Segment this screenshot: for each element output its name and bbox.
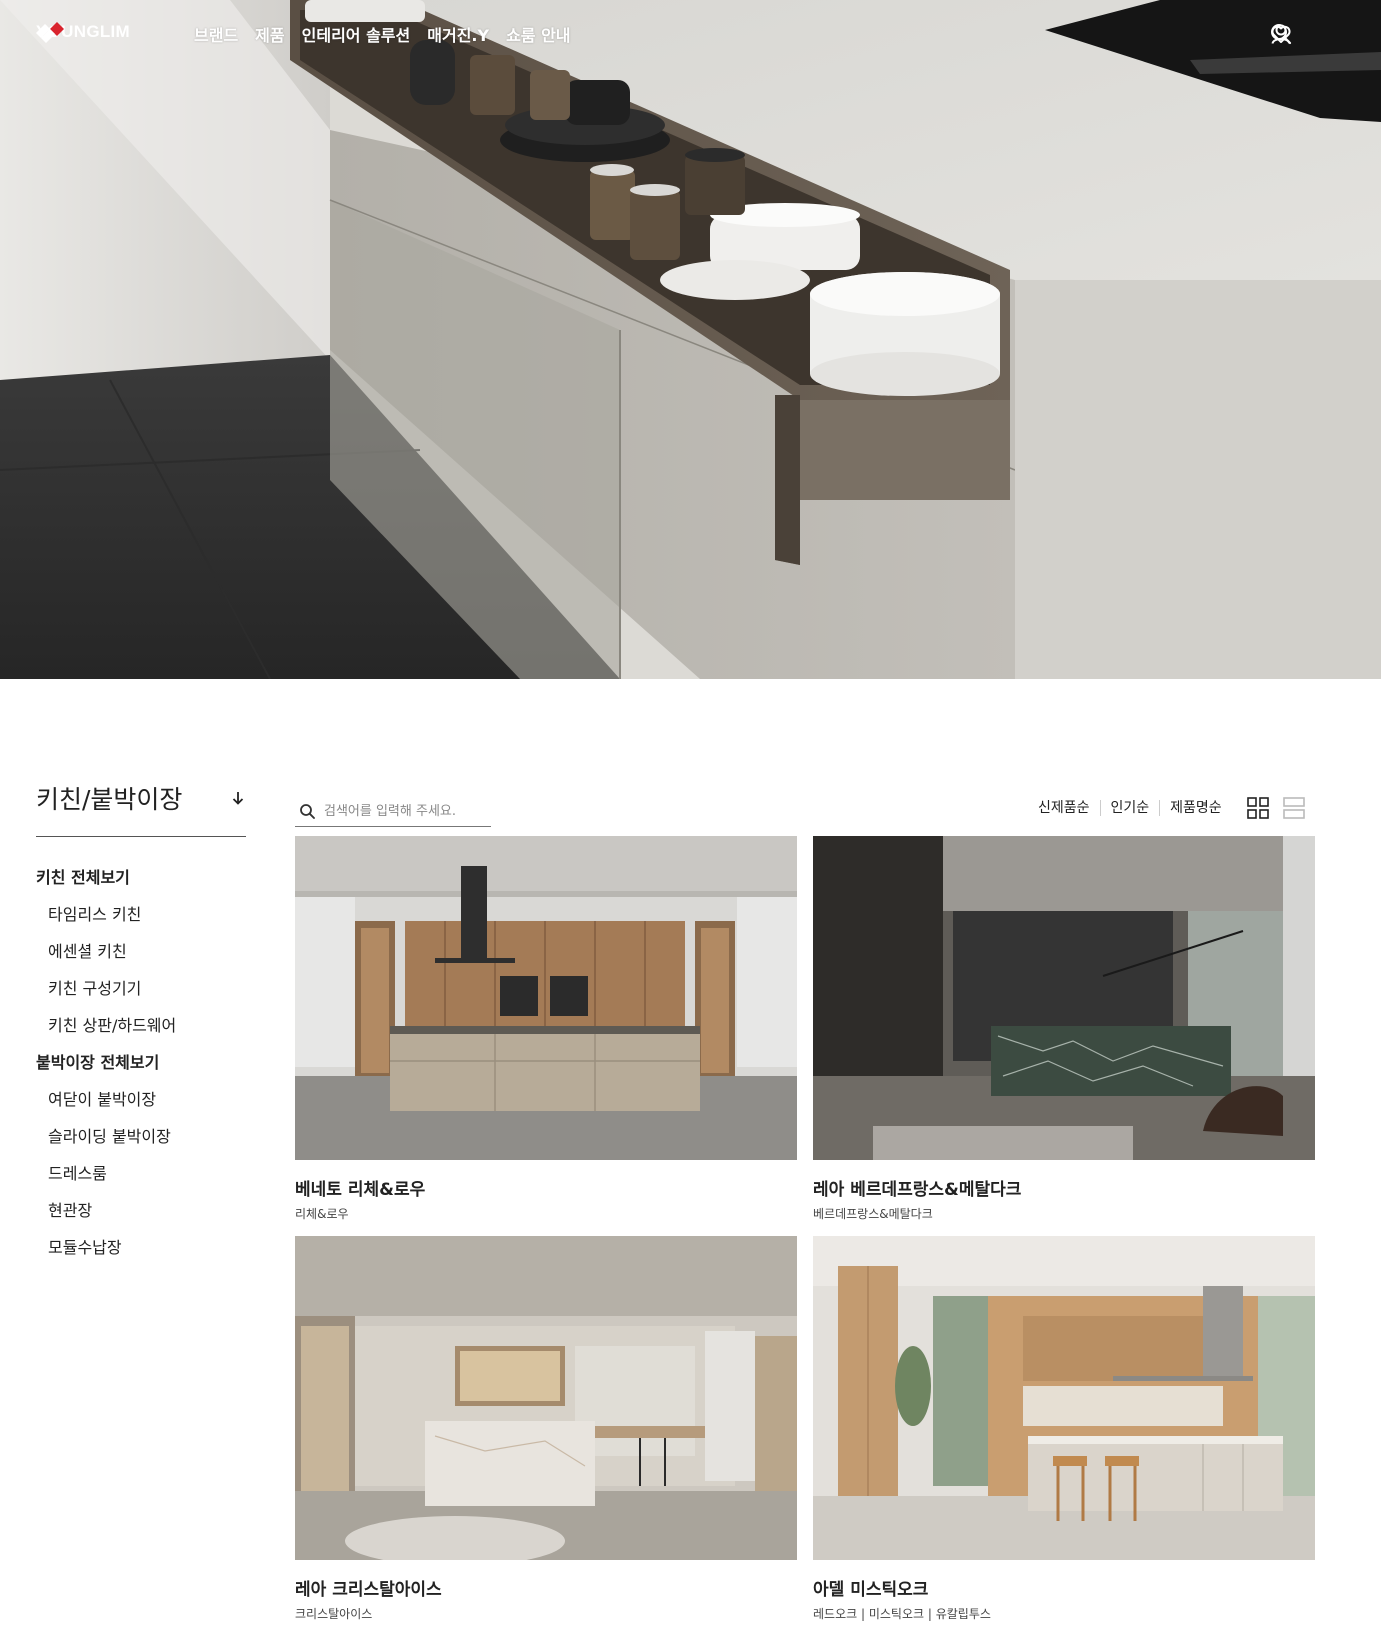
grid-view-icon[interactable] [1246, 796, 1270, 820]
sidebar-item-timeless-kitchen[interactable]: 타임리스 키친 [36, 896, 246, 933]
product-image [295, 1236, 797, 1560]
younglim-logo-icon [36, 22, 64, 43]
product-name: 레아 크리스탈아이스 [295, 1580, 442, 1600]
sidebar-item-dressroom[interactable]: 드레스룸 [36, 1155, 246, 1192]
product-search [295, 797, 491, 827]
sidebar-item-wardrobe-all[interactable]: 붙박이장 전체보기 [36, 1044, 246, 1081]
menu-item-interior-solution[interactable]: 인테리어 솔루션 [302, 22, 411, 46]
brand-logo[interactable]: YOUNGLIM [36, 22, 130, 43]
menu-item-products[interactable]: 제품 [255, 22, 284, 46]
category-title: 키친/붙박이장 [36, 785, 183, 814]
list-view-icon[interactable] [1282, 796, 1306, 820]
menu-item-magazine[interactable]: 매거진.Y [427, 22, 489, 46]
menu-item-brand[interactable]: 브랜드 [194, 22, 238, 46]
product-image [295, 836, 797, 1160]
product-name: 레아 베르데프랑스&메탈다크 [813, 1180, 1022, 1200]
category-selector[interactable]: 키친/붙박이장 [36, 778, 246, 818]
sidebar-item-essential-kitchen[interactable]: 에센셜 키친 [36, 933, 246, 970]
hero-kitchen-image [0, 0, 1381, 679]
product-name: 아델 미스틱오크 [813, 1580, 929, 1600]
sort-popular[interactable]: 인기순 [1099, 800, 1160, 816]
product-image [813, 836, 1315, 1160]
product-card[interactable]: 베네토 리체&로우 리체&로우 [295, 836, 797, 1222]
user-icon[interactable] [1269, 22, 1293, 46]
sidebar-item-hinged-wardrobe[interactable]: 여닫이 붙박이장 [36, 1081, 246, 1118]
sort-bar: 신제품순 인기순 제품명순 [1028, 796, 1306, 820]
sidebar-item-entrance-cabinet[interactable]: 현관장 [36, 1192, 246, 1229]
top-navigation: YOUNGLIM 브랜드 제품 인테리어 솔루션 매거진.Y 쇼룸 안내 [0, 0, 1381, 66]
search-icon[interactable] [299, 803, 316, 820]
hero-banner: YOUNGLIM 브랜드 제품 인테리어 솔루션 매거진.Y 쇼룸 안내 [0, 0, 1381, 679]
category-sidebar: 키친/붙박이장 키친 전체보기 타임리스 키친 에센셜 키친 키친 구성기기 키… [36, 778, 246, 1266]
arrow-down-icon [232, 792, 244, 805]
product-subtitle: 리체&로우 [295, 1207, 349, 1221]
view-toggle [1246, 796, 1306, 820]
product-name: 베네토 리체&로우 [295, 1180, 426, 1200]
sidebar-item-module-storage[interactable]: 모듈수납장 [36, 1229, 246, 1266]
menu-item-showroom[interactable]: 쇼룸 안내 [506, 22, 570, 46]
category-divider [36, 836, 246, 837]
sidebar-item-kitchen-all[interactable]: 키친 전체보기 [36, 859, 246, 896]
sidebar-item-sliding-wardrobe[interactable]: 슬라이딩 붙박이장 [36, 1118, 246, 1155]
product-subtitle: 레드오크 | 미스틱오크 | 유칼립투스 [813, 1607, 991, 1621]
product-subtitle: 크리스탈아이스 [295, 1607, 373, 1621]
product-card[interactable]: 레아 크리스탈아이스 크리스탈아이스 [295, 1236, 797, 1622]
sidebar-item-countertop-hardware[interactable]: 키친 상판/하드웨어 [36, 1007, 246, 1044]
category-list: 키친 전체보기 타임리스 키친 에센셜 키친 키친 구성기기 키친 상판/하드웨… [36, 859, 246, 1266]
product-card[interactable]: 레아 베르데프랑스&메탈다크 베르데프랑스&메탈다크 [813, 836, 1315, 1222]
sort-newest[interactable]: 신제품순 [1028, 800, 1100, 816]
main-menu: 브랜드 제품 인테리어 솔루션 매거진.Y 쇼룸 안내 [194, 22, 571, 46]
product-image [813, 1236, 1315, 1560]
sort-name[interactable]: 제품명순 [1159, 800, 1232, 816]
search-input[interactable] [324, 804, 484, 819]
sidebar-item-kitchen-appliances[interactable]: 키친 구성기기 [36, 970, 246, 1007]
product-card[interactable]: 아델 미스틱오크 레드오크 | 미스틱오크 | 유칼립투스 [813, 1236, 1315, 1622]
product-subtitle: 베르데프랑스&메탈다크 [813, 1207, 933, 1221]
